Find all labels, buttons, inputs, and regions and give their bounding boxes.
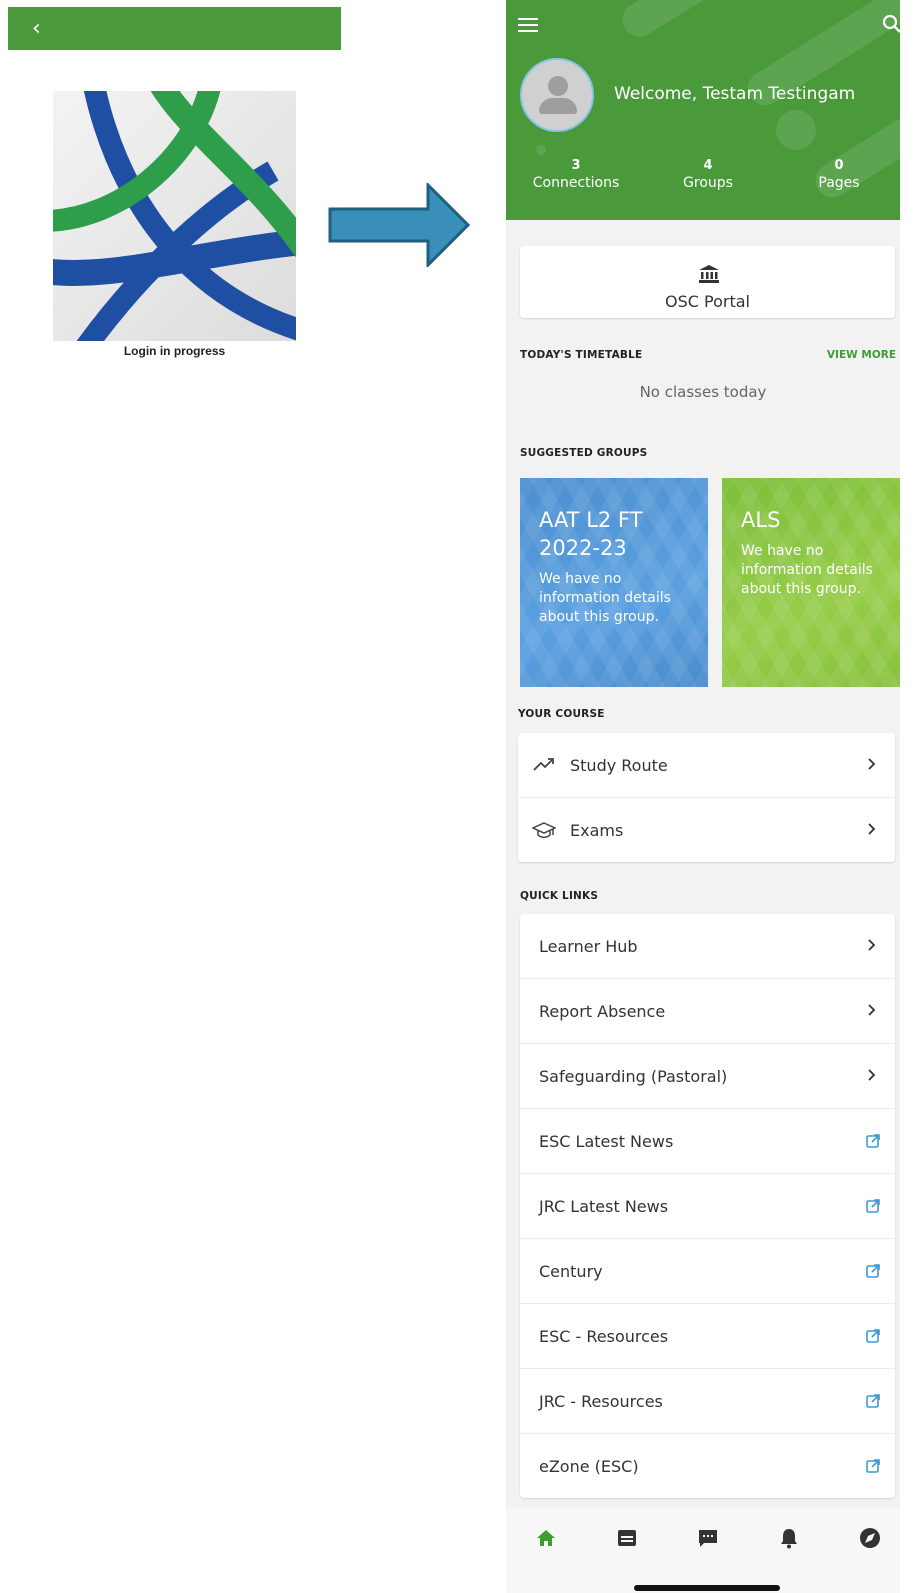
list-item-study-route[interactable]: Study Route — [518, 733, 895, 798]
stat-groups[interactable]: 4 Groups — [653, 158, 763, 191]
stat-label: Groups — [683, 175, 733, 191]
left-app-header: ‹ — [8, 7, 341, 50]
view-more-link[interactable]: VIEW MORE — [827, 349, 896, 361]
decor-circle — [776, 110, 816, 150]
stat-value: 0 — [834, 158, 844, 173]
list-item-label: ESC - Resources — [539, 1326, 669, 1346]
external-link-icon — [866, 1459, 880, 1473]
quick-links-title: QUICK LINKS — [520, 890, 599, 902]
login-status-text: Login in progress — [123, 344, 226, 358]
stat-label: Connections — [532, 175, 620, 191]
chevron-right-icon — [868, 1069, 876, 1081]
compass-icon[interactable] — [856, 1524, 884, 1552]
course-list: Study Route Exams — [518, 733, 895, 862]
external-link-icon — [866, 1134, 880, 1148]
profile-header: Welcome, Testam Testingam 3 Connections … — [506, 0, 900, 220]
timetable-title: TODAY'S TIMETABLE — [520, 349, 643, 361]
stat-pages[interactable]: 0 Pages — [784, 158, 894, 191]
mobile-app-screen: Welcome, Testam Testingam 3 Connections … — [506, 0, 900, 1593]
suggested-groups-title: SUGGESTED GROUPS — [520, 447, 648, 459]
back-button[interactable]: ‹ — [32, 17, 41, 40]
chevron-right-icon — [868, 758, 876, 770]
list-item-label: Century — [539, 1261, 603, 1281]
list-item-esc-resources[interactable]: ESC - Resources — [520, 1304, 895, 1369]
list-item-century[interactable]: Century — [520, 1239, 895, 1304]
chevron-right-icon — [868, 1004, 876, 1016]
external-link-icon — [866, 1394, 880, 1408]
list-item-learner-hub[interactable]: Learner Hub — [520, 914, 895, 979]
list-item-esc-latest-news[interactable]: ESC Latest News — [520, 1109, 895, 1174]
welcome-text: Welcome, Testam Testingam — [614, 84, 856, 104]
external-link-icon — [866, 1199, 880, 1213]
home-icon[interactable] — [532, 1524, 560, 1552]
list-item-label: Report Absence — [539, 1001, 666, 1021]
list-item-label: JRC Latest News — [539, 1196, 669, 1216]
home-indicator — [634, 1585, 780, 1591]
osc-portal-button[interactable]: OSC Portal — [520, 246, 895, 318]
stat-label: Pages — [818, 175, 860, 191]
list-item-label: Safeguarding (Pastoral) — [539, 1066, 728, 1086]
external-link-icon — [866, 1264, 880, 1278]
stat-value: 4 — [703, 158, 713, 173]
search-icon[interactable] — [882, 14, 900, 34]
quick-links-list: Learner Hub Report Absence Safeguarding … — [520, 914, 895, 1498]
group-title: ALS — [741, 508, 781, 532]
external-link-icon — [866, 1329, 880, 1343]
list-item-label: Exams — [570, 820, 624, 840]
hamburger-menu-icon[interactable] — [518, 18, 538, 34]
group-title: AAT L2 FT 2022-23 — [539, 508, 643, 560]
bell-icon[interactable] — [775, 1524, 803, 1552]
list-item-exams[interactable]: Exams — [518, 798, 895, 862]
decor-stroke — [616, 0, 736, 44]
list-item-jrc-resources[interactable]: JRC - Resources — [520, 1369, 895, 1434]
list-item-ezone[interactable]: eZone (ESC) — [520, 1434, 895, 1498]
transition-arrow — [328, 183, 470, 267]
bank-icon — [699, 265, 719, 283]
list-item-label: Learner Hub — [539, 936, 638, 956]
avatar-head — [548, 76, 568, 96]
stat-value: 3 — [571, 158, 581, 173]
group-card[interactable]: AAT L2 FT 2022-23 We have no information… — [520, 478, 708, 687]
bottom-navigation — [506, 1508, 900, 1593]
list-item-label: Study Route — [570, 755, 668, 775]
stat-connections[interactable]: 3 Connections — [521, 158, 631, 191]
list-item-report-absence[interactable]: Report Absence — [520, 979, 895, 1044]
chevron-right-icon — [868, 939, 876, 951]
your-course-title: YOUR COURSE — [518, 708, 605, 720]
avatar-body — [539, 98, 577, 114]
avatar[interactable] — [520, 58, 594, 132]
list-item-safeguarding[interactable]: Safeguarding (Pastoral) — [520, 1044, 895, 1109]
list-item-jrc-latest-news[interactable]: JRC Latest News — [520, 1174, 895, 1239]
group-card[interactable]: ALS We have no information details about… — [722, 478, 900, 687]
calendar-icon[interactable] — [613, 1524, 641, 1552]
list-item-label: ESC Latest News — [539, 1131, 674, 1151]
college-logo — [53, 91, 296, 341]
chat-icon[interactable] — [694, 1524, 722, 1552]
group-description: We have no information details about thi… — [539, 571, 671, 625]
decor-circle — [536, 145, 546, 155]
chevron-right-icon — [868, 823, 876, 835]
portal-label: OSC Portal — [665, 292, 750, 311]
group-description: We have no information details about thi… — [741, 543, 873, 597]
no-classes-text: No classes today — [639, 383, 767, 401]
graduation-cap-icon — [532, 822, 556, 838]
list-item-label: JRC - Resources — [539, 1391, 663, 1411]
list-item-label: eZone (ESC) — [539, 1456, 639, 1476]
trending-icon — [533, 758, 554, 771]
